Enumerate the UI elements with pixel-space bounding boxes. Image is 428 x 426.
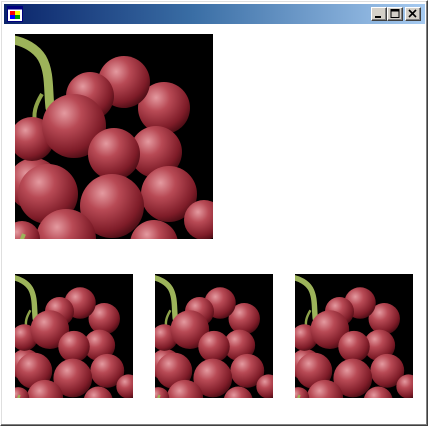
- app-icon[interactable]: [7, 6, 23, 22]
- grapes-image-thumbnail-3: [295, 274, 413, 398]
- minimize-button[interactable]: [371, 7, 387, 21]
- grapes-image: [15, 274, 133, 398]
- grapes-image: [155, 274, 273, 398]
- grapes-image-large: [15, 34, 213, 239]
- grapes-image: [15, 34, 213, 239]
- client-area: [4, 25, 425, 423]
- minimize-icon: [375, 16, 381, 18]
- app-window: [0, 0, 428, 426]
- caption-buttons: [371, 7, 421, 21]
- title-bar[interactable]: [4, 4, 425, 24]
- grapes-image-thumbnail-2: [155, 274, 273, 398]
- maximize-button[interactable]: [387, 7, 403, 21]
- close-icon: [408, 9, 417, 18]
- grapes-image: [295, 274, 413, 398]
- grapes-image-thumbnail-1: [15, 274, 133, 398]
- maximize-icon: [390, 9, 400, 18]
- close-button[interactable]: [405, 7, 421, 21]
